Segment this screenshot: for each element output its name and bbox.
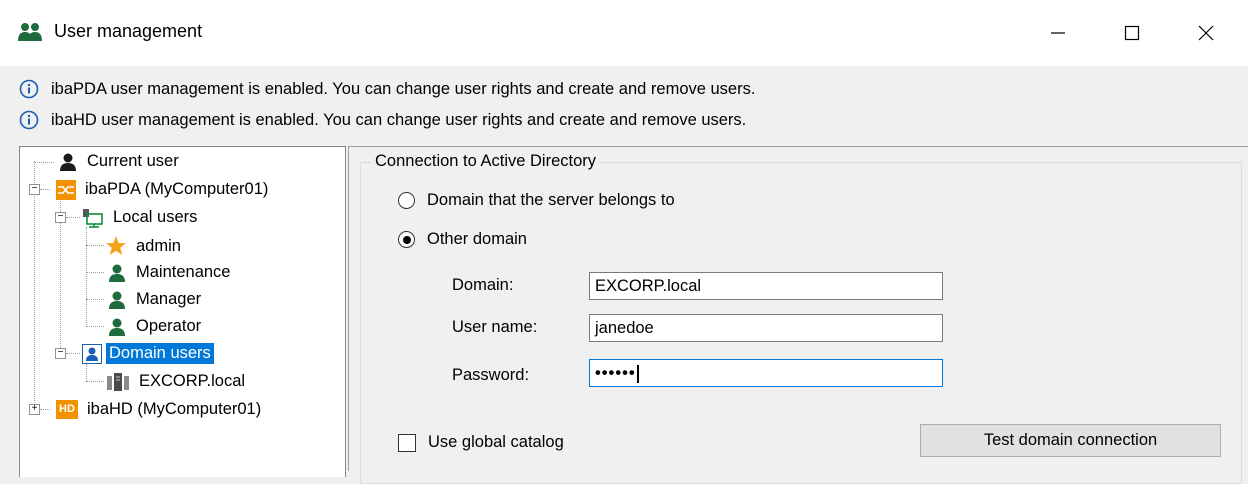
tree-line (86, 381, 104, 382)
group-title: Connection to Active Directory (372, 152, 600, 171)
password-field[interactable]: •••••• (589, 359, 943, 387)
domain-server-icon (107, 372, 129, 391)
info-icon (19, 79, 39, 99)
tree-item-label: ibaHD (MyComputer01) (87, 400, 262, 418)
radio-label: Domain that the server belongs to (427, 191, 675, 209)
local-network-icon (83, 208, 103, 228)
domain-user-icon (82, 343, 102, 364)
tree-item-label: EXCORP.local (139, 372, 246, 390)
tree-line (66, 353, 80, 354)
tree-line (40, 189, 50, 190)
username-label: User name: (452, 318, 538, 336)
username-field[interactable]: janedoe (589, 314, 943, 342)
user-icon (60, 153, 76, 171)
info-icon (19, 110, 39, 130)
button-label: Test domain connection (983, 431, 1158, 449)
tree-item-label: ibaPDA (MyComputer01) (85, 180, 269, 198)
tree-item-manager[interactable]: Manager (107, 289, 204, 310)
info-message-ibahd: ibaHD user management is enabled. You ca… (19, 110, 746, 130)
close-icon (1198, 25, 1214, 41)
tree-item-label: admin (136, 236, 181, 255)
window-title: User management (54, 21, 203, 41)
tree-line (86, 326, 104, 327)
tree-line (34, 161, 35, 409)
collapse-domain-users-toggle[interactable]: − (55, 348, 66, 359)
tree-line (86, 227, 87, 327)
close-button[interactable] (1171, 0, 1241, 66)
tree-item-label: Maintenance (136, 263, 231, 281)
users-icon (18, 23, 42, 41)
password-value: •••••• (595, 364, 636, 382)
info-text: ibaPDA user management is enabled. You c… (51, 79, 756, 98)
user-icon (109, 318, 125, 336)
test-domain-connection-button[interactable]: Test domain connection (920, 424, 1221, 457)
checkbox-box[interactable] (398, 433, 416, 452)
domain-field[interactable]: EXCORP.local (589, 272, 943, 300)
tree-item-label: Domain users (106, 343, 214, 364)
tree-line (86, 363, 87, 381)
text-caret (636, 364, 639, 383)
radio-circle[interactable] (398, 192, 415, 209)
checkbox-label: Use global catalog (428, 433, 564, 451)
tree-line (66, 217, 80, 218)
tree-item-ibahd[interactable]: HD ibaHD (MyComputer01) (56, 399, 264, 420)
radio-server-domain[interactable]: Domain that the server belongs to (398, 191, 675, 210)
radio-circle-selected[interactable] (398, 231, 415, 248)
tree-item-label: Local users (113, 208, 198, 226)
tree-item-admin[interactable]: admin (105, 235, 184, 257)
title-bar: User management (0, 0, 1248, 66)
maximize-button[interactable] (1097, 0, 1167, 66)
tree-item-ibapda[interactable]: ibaPDA (MyComputer01) (56, 179, 271, 200)
tree-item-operator[interactable]: Operator (107, 316, 204, 337)
tree-item-maintenance[interactable]: Maintenance (107, 262, 233, 283)
star-icon (106, 236, 126, 255)
user-icon (109, 264, 125, 282)
tree-line (40, 409, 50, 410)
ibapda-icon (56, 179, 76, 200)
domain-label: Domain: (452, 276, 514, 294)
minimize-button[interactable] (1023, 0, 1093, 66)
username-value: janedoe (595, 319, 654, 337)
tree-line (86, 299, 104, 300)
expand-ibahd-toggle[interactable]: + (29, 404, 40, 415)
tree-item-label: Manager (136, 290, 202, 308)
global-catalog-checkbox[interactable]: Use global catalog (398, 433, 564, 452)
tree-item-local-users[interactable]: Local users (82, 207, 200, 228)
ibahd-icon: HD (56, 400, 78, 419)
user-tree[interactable]: − − − + Current user ibaPDA (MyComputer0… (19, 146, 346, 477)
domain-value: EXCORP.local (595, 277, 702, 295)
tree-item-current-user[interactable]: Current user (58, 151, 182, 172)
tree-item-domain-users[interactable]: Domain users (82, 343, 214, 364)
info-message-ibapda: ibaPDA user management is enabled. You c… (19, 79, 755, 99)
password-label: Password: (452, 366, 530, 384)
tree-line (86, 245, 104, 246)
minimize-icon (1051, 32, 1065, 34)
radio-other-domain[interactable]: Other domain (398, 230, 527, 249)
tree-item-label: Operator (136, 317, 202, 335)
collapse-ibapda-toggle[interactable]: − (29, 184, 40, 195)
maximize-icon (1124, 25, 1140, 41)
tree-line (34, 162, 54, 163)
radio-label: Other domain (427, 230, 527, 248)
user-icon (109, 291, 125, 309)
collapse-local-users-toggle[interactable]: − (55, 212, 66, 223)
tree-item-label: Current user (87, 152, 179, 170)
info-text: ibaHD user management is enabled. You ca… (51, 110, 747, 129)
tree-line (86, 272, 104, 273)
tree-item-excorp[interactable]: EXCORP.local (106, 371, 248, 392)
